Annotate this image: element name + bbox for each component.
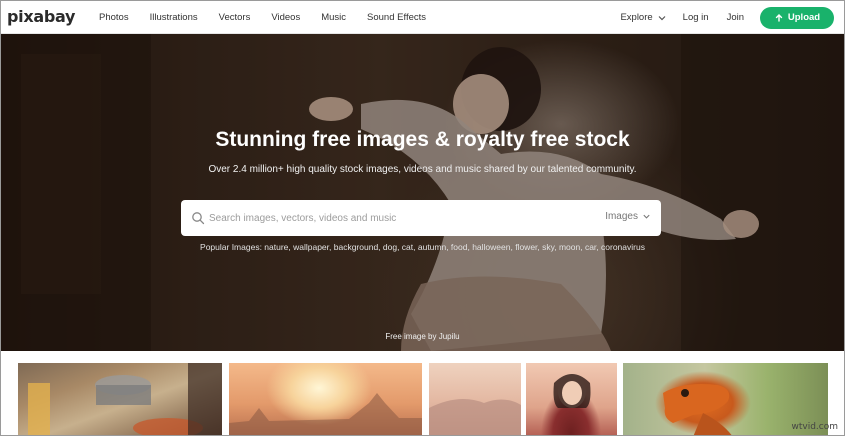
chevron-down-icon — [643, 214, 650, 219]
cooking-photo — [28, 363, 222, 435]
upload-icon — [775, 13, 783, 22]
watermark: wtvid.com — [791, 422, 838, 432]
sunset-city-photo — [229, 393, 422, 435]
image-thumbnail-mountains[interactable] — [429, 363, 521, 435]
popular-searches[interactable]: Popular Images: nature, wallpaper, backg… — [1, 242, 844, 252]
pixabay-logo[interactable]: pixabay — [7, 7, 75, 26]
browser-viewport: pixabay Photos Illustrations Vectors Vid… — [0, 0, 845, 436]
nav-music[interactable]: Music — [321, 12, 346, 23]
hero-subtitle: Over 2.4 million+ high quality stock ima… — [208, 164, 637, 175]
search-type-label: Images — [605, 211, 638, 222]
hero-banner: Stunning free images & royalty free stoc… — [1, 34, 844, 351]
chevron-down-icon — [658, 15, 666, 20]
search-type-select[interactable]: Images — [605, 211, 651, 222]
nav-vectors[interactable]: Vectors — [219, 12, 251, 23]
login-link[interactable]: Log in — [683, 12, 709, 23]
image-thumbnail-cooking[interactable] — [18, 363, 222, 435]
explore-label: Explore — [620, 12, 653, 23]
portrait-photo — [553, 374, 591, 408]
image-credit[interactable]: Free image by Jupilu — [1, 332, 844, 341]
primary-nav: Photos Illustrations Vectors Videos Musi… — [99, 1, 447, 34]
upload-label: Upload — [787, 12, 821, 23]
hero-background-photo — [1, 34, 844, 351]
image-grid — [18, 363, 828, 435]
upload-button[interactable]: Upload — [760, 6, 834, 29]
image-thumbnail-sunset-city[interactable] — [229, 363, 422, 435]
top-navigation-bar: pixabay Photos Illustrations Vectors Vid… — [1, 1, 844, 34]
mountains-photo — [429, 399, 521, 435]
nav-videos[interactable]: Videos — [271, 12, 300, 23]
nav-sound-effects[interactable]: Sound Effects — [367, 12, 426, 23]
nav-illustrations[interactable]: Illustrations — [150, 12, 198, 23]
search-input[interactable] — [209, 208, 569, 228]
search-bar: Images — [181, 200, 661, 236]
search-icon[interactable] — [191, 211, 205, 225]
explore-dropdown[interactable]: Explore — [620, 12, 666, 23]
image-thumbnail-portrait[interactable] — [526, 363, 617, 435]
account-nav: Explore Log in Join Upload — [620, 1, 834, 34]
join-link[interactable]: Join — [727, 12, 744, 23]
hero-title: Stunning free images & royalty free stoc… — [215, 128, 630, 151]
nav-photos[interactable]: Photos — [99, 12, 129, 23]
